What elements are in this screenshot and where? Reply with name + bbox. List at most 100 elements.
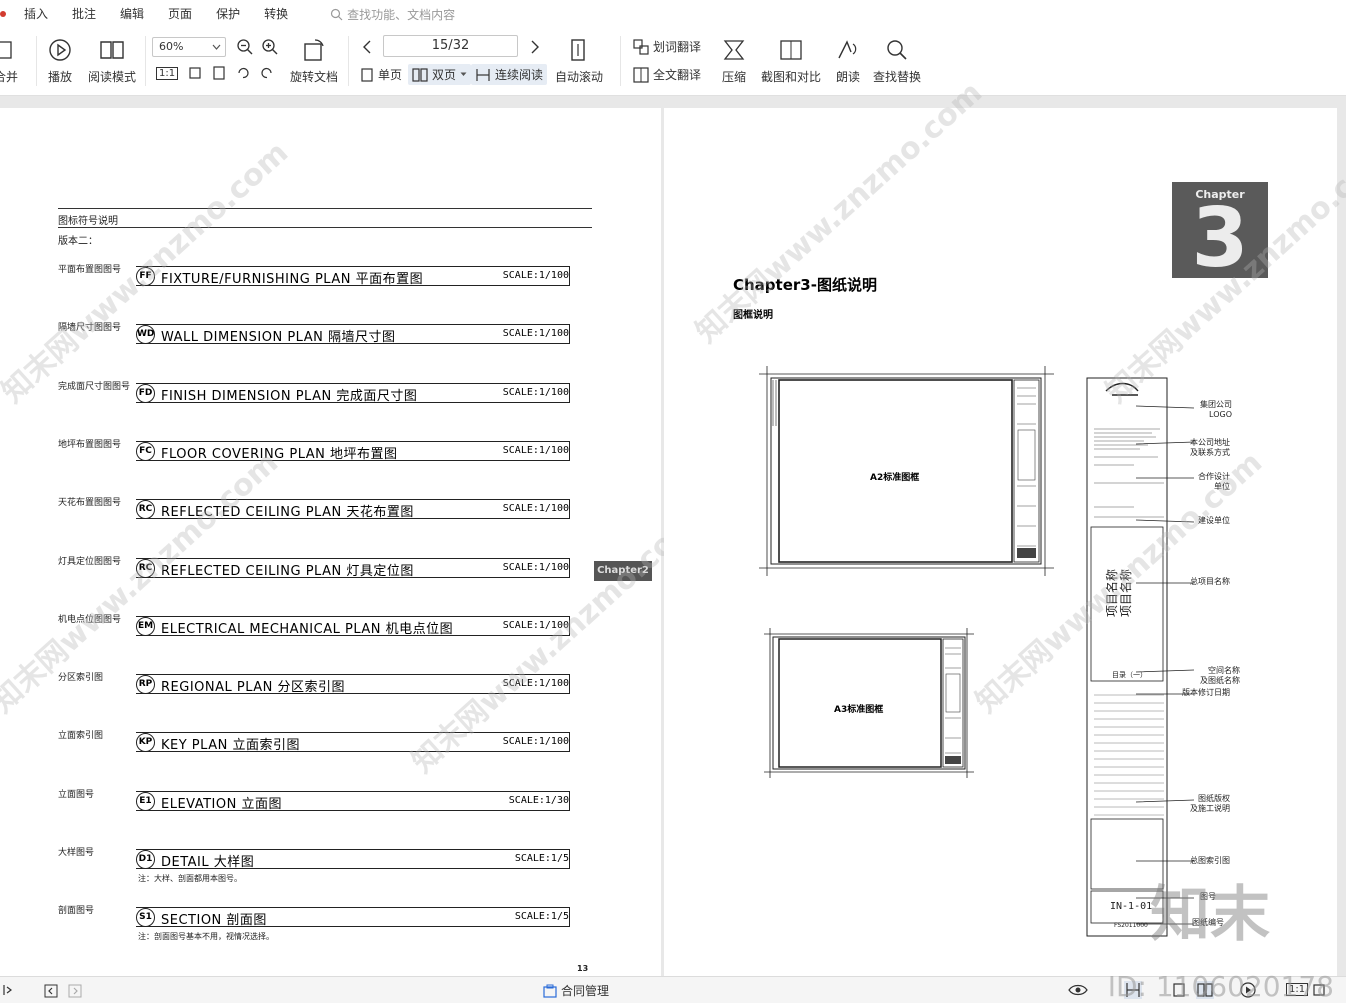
screenshot-compare-button[interactable]: 截图和对比	[761, 36, 821, 85]
read-mode-label: 阅读模式	[88, 70, 137, 84]
symbol-bar: S1 SECTION 剖面图 SCALE:1/5	[136, 907, 570, 928]
symbol-scale: SCALE:1/5	[514, 853, 569, 864]
search-box[interactable]: 查找功能、文档内容	[330, 6, 455, 23]
contract-management-label: 合同管理	[561, 984, 610, 998]
symbol-label: 地坪布置图图号	[58, 440, 122, 450]
symbol-scale: SCALE:1/100	[502, 678, 569, 689]
menu-page[interactable]: 页面	[156, 0, 204, 28]
page-left: 图标符号说明 版本二： 平面布置图图号 FF FIXTURE/FURNISHING …	[0, 108, 705, 976]
full-translate-button[interactable]: 全文翻译	[633, 66, 701, 83]
next-page-icon[interactable]	[530, 40, 540, 54]
menu-insert[interactable]: 插入	[12, 0, 60, 28]
menu-bar: 插入 批注 编辑 页面 保护 转换 查找功能、文档内容	[0, 0, 1346, 28]
symbol-label: 立面图号	[58, 790, 95, 800]
compress-button[interactable]: 压缩	[722, 36, 746, 85]
speaker-icon	[838, 40, 857, 59]
symbol-title: REGIONAL PLAN 分区索引图	[161, 680, 346, 695]
read-mode-button[interactable]: 阅读模式	[88, 36, 136, 85]
zoom-select[interactable]: 60%	[152, 37, 226, 57]
watermark: 知末网www.znzmo.com	[689, 75, 990, 350]
document-view[interactable]: 图标符号说明 版本二： 平面布置图图号 FF FIXTURE/FURNISHING …	[0, 75, 1346, 976]
menu-convert[interactable]: 转换	[252, 0, 300, 28]
page-heading: 图标符号说明	[58, 216, 118, 227]
compress-label: 压缩	[722, 70, 747, 84]
first-page-icon[interactable]	[44, 984, 58, 998]
word-translate-button[interactable]: 划词翻译	[633, 38, 701, 55]
symbol-code-badge: FF	[136, 267, 155, 286]
find-replace-button[interactable]: 查找替换	[873, 36, 921, 85]
symbol-label: 大样图号	[58, 848, 95, 858]
callout-label: 合作设计 单位	[1198, 472, 1230, 491]
merge-button[interactable]: 合并	[0, 36, 18, 85]
page-right: Chapter3-图纸说明 图框说明 3 Chapter A2标准图框 A3标准…	[664, 75, 1346, 976]
symbol-bar: E1 ELEVATION 立面图 SCALE:1/30	[136, 791, 570, 812]
chapter-badge-number: 3	[1191, 191, 1249, 279]
symbol-scale: SCALE:1/100	[502, 445, 569, 456]
contract-management-button[interactable]: 合同管理	[543, 982, 609, 999]
read-aloud-button[interactable]: 朗读	[835, 36, 861, 85]
symbol-code-badge: WD	[136, 325, 155, 344]
callout-label: 集团公司 LOGO	[1200, 400, 1232, 419]
symbol-label: 天花布置图图号	[58, 498, 122, 508]
toolbar-divider	[36, 36, 37, 86]
symbol-scale: SCALE:1/100	[502, 503, 569, 514]
rotate-document-label: 旋转文档	[290, 70, 339, 84]
symbol-bar: FD FINISH DIMENSION PLAN 完成面尺寸图 SCALE:1/10…	[136, 383, 570, 404]
last-page-icon[interactable]	[68, 984, 82, 998]
symbol-code-badge: E1	[136, 792, 155, 811]
book-icon	[100, 41, 124, 59]
menu-annotate[interactable]: 批注	[60, 0, 108, 28]
continuous-read-button[interactable]: 连续阅读	[471, 64, 548, 85]
menu-protect[interactable]: 保护	[204, 0, 252, 28]
symbol-label: 剖面图号	[58, 906, 95, 916]
fit-width-icon[interactable]	[212, 66, 226, 80]
rotate-left-icon[interactable]	[236, 66, 250, 80]
compress-icon	[723, 40, 745, 60]
symbol-bar: RC REFLECTED CEILING PLAN 灯具定位图 SCALE:1/10…	[136, 558, 570, 579]
play-button[interactable]: 播放	[48, 36, 72, 85]
eye-protection-icon[interactable]	[1068, 983, 1088, 997]
symbol-title: WALL DIMENSION PLAN 隔墙尺寸图	[161, 330, 396, 345]
symbol-code-badge: D1	[136, 850, 155, 869]
brand-watermark: 知末	[1150, 880, 1270, 950]
symbol-scale: SCALE:1/5	[514, 911, 569, 922]
find-replace-label: 查找替换	[873, 70, 922, 84]
callout-label: 版本修订日期	[1182, 688, 1230, 697]
symbol-code-badge: RC	[136, 559, 155, 578]
page-number-input[interactable]: 15/32	[383, 35, 518, 57]
merge-icon	[0, 41, 12, 59]
read-aloud-label: 朗读	[835, 70, 860, 84]
symbol-bar: FC FLOOR COVERING PLAN 地坪布置图 SCALE:1/100	[136, 441, 570, 462]
symbol-code-badge: FC	[136, 442, 155, 461]
chevron-down-icon	[212, 44, 221, 50]
rotate-right-icon[interactable]	[260, 66, 274, 80]
single-page-button[interactable]: 单页	[360, 66, 402, 83]
search-icon	[330, 8, 343, 20]
zoom-out-icon[interactable]	[236, 38, 254, 56]
search-placeholder: 查找功能、文档内容	[347, 7, 456, 22]
fit-page-icon[interactable]	[188, 66, 202, 80]
zoom-in-icon[interactable]	[261, 38, 279, 56]
callout-label: 总图索引图	[1190, 856, 1230, 865]
auto-scroll-button[interactable]: 自动滚动	[555, 36, 603, 85]
callout-label: 总项目名称	[1190, 577, 1230, 586]
previous-page-icon[interactable]	[362, 40, 372, 54]
symbol-note: 注：剖面图号基本不用，视情况选择。	[138, 932, 274, 941]
svg-text:项目名称: 项目名称	[1104, 569, 1119, 617]
actual-size-button[interactable]: 1:1	[156, 66, 179, 80]
symbol-label: 隔墙尺寸图图号	[58, 323, 122, 333]
symbol-code-badge: KP	[136, 733, 155, 752]
heading-rule-bottom	[58, 227, 592, 228]
symbol-scale: SCALE:1/30	[508, 795, 569, 806]
symbol-bar: EM ELECTRICAL MECHANICAL PLAN 机电点位图 SCALE:…	[136, 616, 570, 637]
callout-lines	[1135, 405, 1195, 925]
rotate-document-icon	[304, 39, 324, 61]
symbol-scale: SCALE:1/100	[502, 736, 569, 747]
page-number: 13	[577, 964, 589, 973]
double-page-button[interactable]: 双页	[408, 64, 472, 85]
symbol-label: 机电点位图图号	[58, 615, 122, 625]
menu-edit[interactable]: 编辑	[108, 0, 156, 28]
sidebar-toggle-icon[interactable]	[2, 984, 14, 996]
rotate-document-button[interactable]: 旋转文档	[290, 36, 338, 85]
pdf-reader-window: 插入 批注 编辑 页面 保护 转换 查找功能、文档内容 合并 播放 阅读模式 6…	[0, 0, 1346, 1003]
